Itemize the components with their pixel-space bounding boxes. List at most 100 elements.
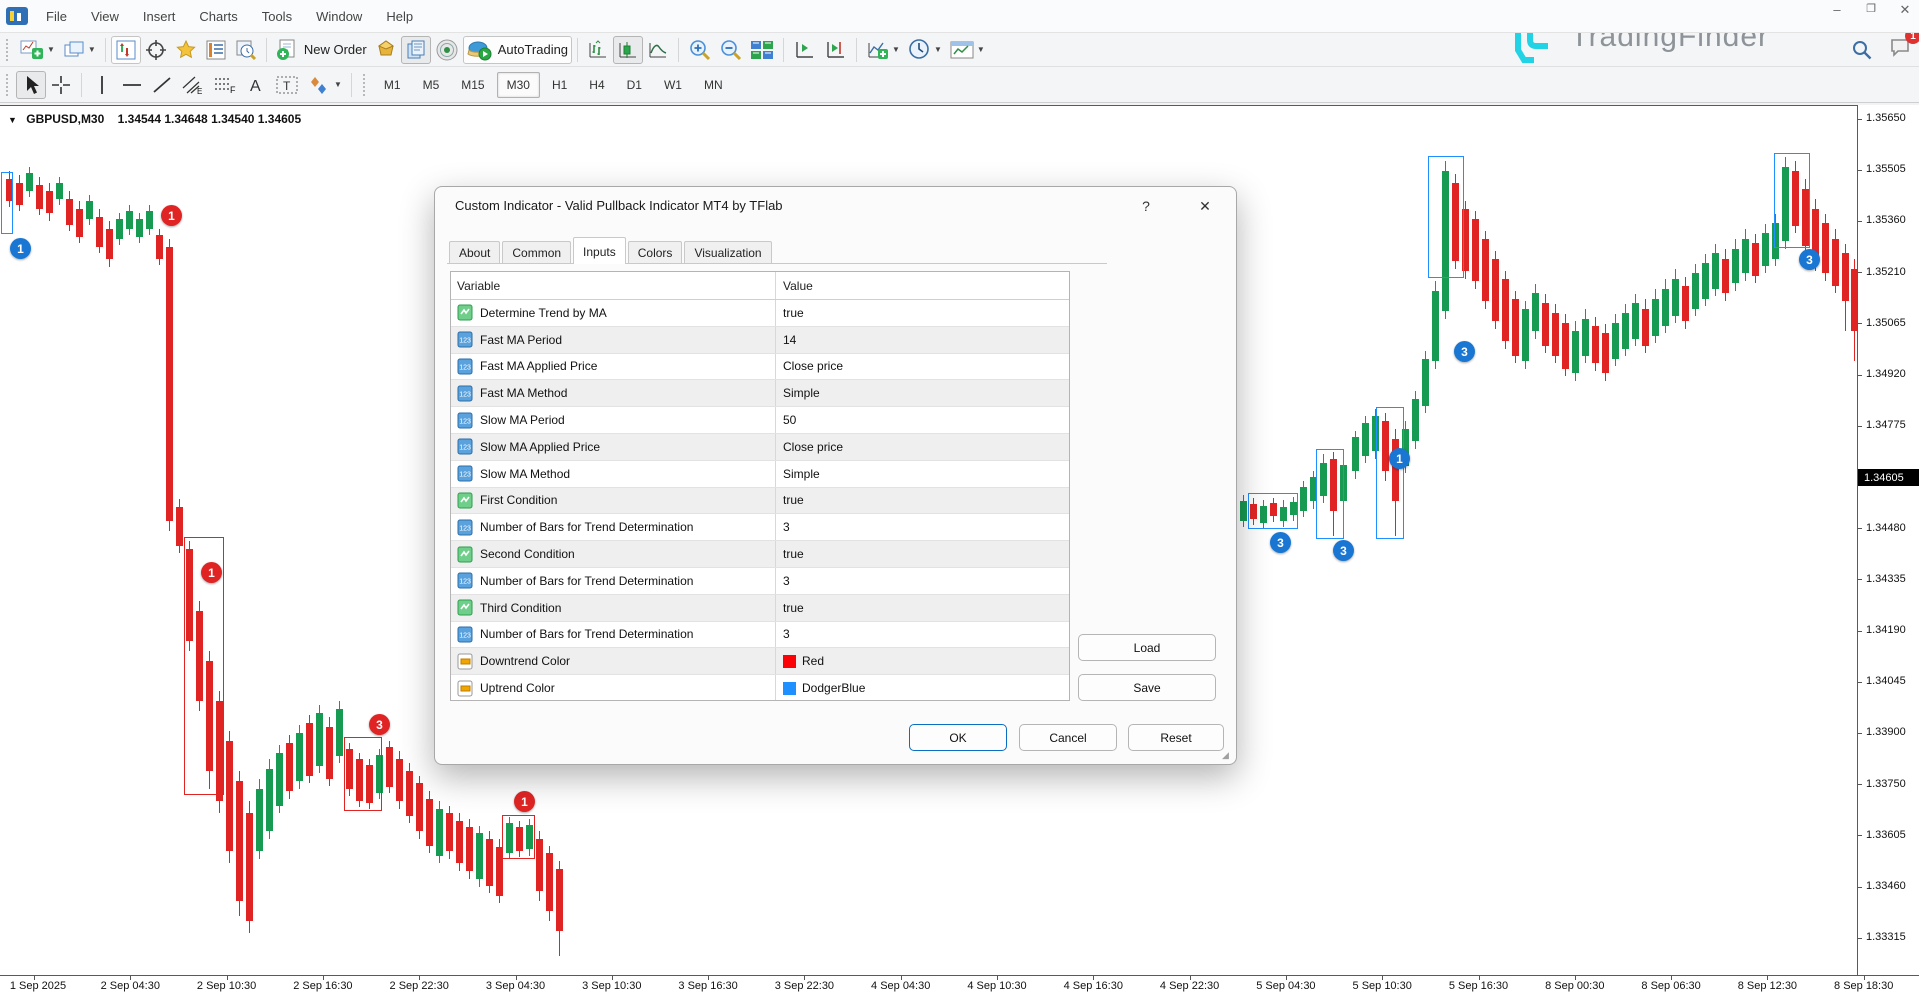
param-row[interactable]: 123Fast MA Method Simple [451,380,1069,407]
arrows-button[interactable]: ▼ [303,71,346,99]
candlestick-mode-button[interactable] [613,36,643,64]
pullback-box-red[interactable] [344,737,382,811]
pullback-marker-red[interactable]: 1 [201,562,222,583]
param-row[interactable]: Uptrend Color DodgerBlue [451,675,1069,701]
menu-window[interactable]: Window [304,2,374,31]
tile-windows-button[interactable] [746,36,778,64]
pullback-marker-blue[interactable]: 3 [1454,341,1475,362]
timeframe-m30[interactable]: M30 [497,72,540,98]
param-value[interactable]: true [776,300,1069,326]
param-value[interactable]: true [776,595,1069,621]
profiles-button[interactable]: ▼ [59,36,100,64]
time-axis[interactable]: 1 Sep 20252 Sep 04:302 Sep 10:302 Sep 16… [0,975,1919,996]
new-chart-button[interactable]: ▼ [16,36,59,64]
dialog-close-icon[interactable]: ✕ [1187,193,1223,219]
radar-button[interactable] [431,36,463,64]
tab-common[interactable]: Common [502,241,571,264]
zoom-in-button[interactable] [684,36,715,64]
toolbar-grip[interactable] [6,39,12,61]
periods-button[interactable]: ▼ [904,36,946,64]
param-row[interactable]: First Condition true [451,488,1069,515]
param-row[interactable]: 123Slow MA Applied Price Close price [451,434,1069,461]
zoom-out-button[interactable] [715,36,746,64]
ok-button[interactable]: OK [909,724,1007,751]
timeframe-m1[interactable]: M1 [374,72,411,98]
param-row[interactable]: Downtrend Color Red [451,648,1069,675]
close-icon[interactable]: ✕ [1895,2,1915,18]
param-value[interactable]: 50 [776,407,1069,433]
pullback-marker-blue[interactable]: 3 [1799,249,1820,270]
param-row[interactable]: Third Condition true [451,595,1069,622]
param-row[interactable]: Determine Trend by MA true [451,300,1069,327]
pullback-box-blue[interactable] [1428,156,1464,278]
symbol-dropdown-icon[interactable]: ▼ [8,115,17,125]
param-value[interactable]: true [776,488,1069,514]
linechart-mode-button[interactable] [643,36,673,64]
pullback-marker-blue[interactable]: 1 [10,238,31,259]
param-row[interactable]: 123Slow MA Period 50 [451,407,1069,434]
param-value[interactable]: true [776,541,1069,567]
search-icon[interactable] [1851,39,1873,61]
pullback-box-blue[interactable] [1316,449,1344,539]
templates-button[interactable]: ▼ [946,36,989,64]
pullback-marker-blue[interactable]: 3 [1270,532,1291,553]
timeframe-m15[interactable]: M15 [451,72,494,98]
crosshair-button[interactable] [46,71,76,99]
toolbar-grip[interactable] [363,74,369,96]
dialog-help-button[interactable]: ? [1130,193,1162,219]
param-value[interactable]: 3 [776,568,1069,594]
pullback-box-red[interactable] [502,815,535,859]
pullback-marker-red[interactable]: 3 [369,714,390,735]
param-value[interactable]: DodgerBlue [776,675,1069,701]
metaeditor-button[interactable] [371,36,401,64]
param-row[interactable]: 123Fast MA Applied Price Close price [451,354,1069,381]
pullback-marker-red[interactable]: 1 [514,791,535,812]
horizontal-line-button[interactable] [117,71,147,99]
column-header-variable[interactable]: Variable [451,272,776,299]
crosshair-window-button[interactable] [141,36,171,64]
menu-help[interactable]: Help [374,2,425,31]
param-value[interactable]: 3 [776,514,1069,540]
save-button[interactable]: Save [1078,674,1216,701]
reset-button[interactable]: Reset [1128,724,1224,751]
timeframe-mn[interactable]: MN [694,72,733,98]
param-row[interactable]: 123Number of Bars for Trend Determinatio… [451,568,1069,595]
menu-tools[interactable]: Tools [250,2,304,31]
tab-about[interactable]: About [449,241,500,264]
pullback-box-blue[interactable] [1248,493,1298,529]
param-row[interactable]: 123Slow MA Method Simple [451,461,1069,488]
price-axis[interactable]: 1.356501.355051.353601.352101.350651.349… [1857,105,1919,975]
timeframe-m5[interactable]: M5 [413,72,450,98]
param-value[interactable]: Simple [776,380,1069,406]
new-order-button[interactable]: New Order [272,36,371,64]
auto-scroll-button[interactable] [789,36,820,64]
param-row[interactable]: 123Fast MA Period 14 [451,327,1069,354]
param-value[interactable]: 3 [776,622,1069,648]
timeframe-h1[interactable]: H1 [542,72,577,98]
equidistant-channel-button[interactable]: E [177,71,209,99]
experts-button[interactable] [401,36,431,64]
param-row[interactable]: Second Condition true [451,541,1069,568]
pullback-marker-blue[interactable]: 3 [1333,540,1354,561]
column-header-value[interactable]: Value [776,272,1069,299]
tab-inputs[interactable]: Inputs [573,237,626,264]
indicators-button[interactable]: ▼ [862,36,904,64]
cancel-button[interactable]: Cancel [1019,724,1117,751]
param-value[interactable]: 14 [776,327,1069,353]
pullback-box-blue[interactable] [1774,153,1810,248]
param-value[interactable]: Simple [776,461,1069,487]
resize-grip[interactable]: ◢ [1222,750,1232,760]
pullback-box-blue[interactable] [1,172,13,234]
text-button[interactable]: A [241,71,271,99]
fibonacci-button[interactable]: F [209,71,241,99]
menu-file[interactable]: File [34,2,79,31]
chart-shift-button[interactable] [820,36,851,64]
navigator-button[interactable] [171,36,201,64]
cursor-button[interactable] [16,71,46,99]
vertical-line-button[interactable] [87,71,117,99]
load-button[interactable]: Load [1078,634,1216,661]
menu-charts[interactable]: Charts [187,2,249,31]
menu-view[interactable]: View [79,2,131,31]
pullback-box-blue[interactable] [1376,407,1404,539]
trendline-button[interactable] [147,71,177,99]
